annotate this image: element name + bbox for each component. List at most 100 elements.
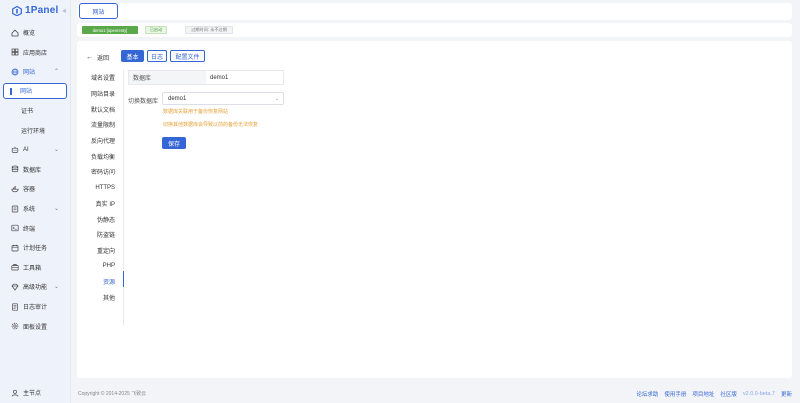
footer-links: 论坛求助 使用手册 项目地址 社区版 v2.0.0-beta.7 更新 bbox=[636, 390, 792, 398]
main-panel: ← 返回 基本 日志 配置文件 域名设置 网站目录 默认文档 流量限制 反向代理… bbox=[77, 41, 792, 378]
sidebar-item-label: 日志审计 bbox=[23, 305, 48, 312]
sidebar-subitem-label: 证书 bbox=[21, 109, 34, 116]
sidebar-item-settings[interactable]: 面板设置 bbox=[0, 316, 70, 336]
globe-icon bbox=[11, 68, 19, 76]
home-icon bbox=[11, 29, 19, 37]
sidebar-item-label: AI bbox=[23, 146, 29, 153]
menu-item-rewrite[interactable]: 伪静态 bbox=[77, 211, 123, 227]
menu-item-real-ip[interactable]: 真实 IP bbox=[77, 196, 123, 212]
sidebar-item-label: 系统 bbox=[23, 207, 36, 214]
settings-icon bbox=[11, 322, 19, 330]
sidebar-item-label: 终端 bbox=[23, 226, 36, 233]
sidebar: 1Panel ◂ 概览 应用商店 网站 ⌃ 网站 证书 运行环境 AI ⌄ 数据… bbox=[0, 0, 71, 403]
switch-database-label: 切换数据库 bbox=[128, 99, 159, 105]
config-file-button[interactable]: 配置文件 bbox=[170, 50, 205, 62]
menu-item-default-doc[interactable]: 默认文档 bbox=[77, 101, 123, 117]
user-icon bbox=[11, 389, 19, 397]
log-button[interactable]: 日志 bbox=[147, 50, 167, 62]
sidebar-item-cron[interactable]: 计划任务 bbox=[0, 238, 70, 258]
site-info-bar: demo1 [openresty] 已启动 过期时间: 永不过期 bbox=[77, 23, 792, 37]
terminal-icon bbox=[11, 224, 19, 232]
menu-item-rate-limit[interactable]: 流量限制 bbox=[77, 117, 123, 133]
menu-item-https[interactable]: HTTPS bbox=[77, 180, 123, 196]
chevron-down-icon: ⌄ bbox=[274, 96, 279, 102]
database-select[interactable]: demo1 ⌄ bbox=[162, 92, 284, 105]
menu-item-reverse-proxy[interactable]: 反向代理 bbox=[77, 133, 123, 149]
community-edition-link[interactable]: 社区版 bbox=[720, 390, 737, 398]
sidebar-item-label: 面板设置 bbox=[23, 324, 48, 331]
menu-item-other[interactable]: 其他 bbox=[77, 290, 123, 306]
sidebar-item-container[interactable]: 容器 bbox=[0, 179, 70, 199]
active-menu-indicator bbox=[122, 271, 124, 287]
chevron-down-icon: ⌄ bbox=[53, 284, 59, 291]
sidebar-item-label: 网站 bbox=[23, 70, 36, 77]
sidebar-item-label: 容器 bbox=[23, 187, 36, 194]
logo-icon bbox=[12, 5, 22, 16]
sidebar-item-system[interactable]: 系统 ⌄ bbox=[0, 199, 70, 219]
menu-item-site-dir[interactable]: 网站目录 bbox=[77, 86, 123, 102]
site-name-tag: demo1 [openresty] bbox=[82, 26, 138, 34]
database-tip-1: 数据库关联用于备份恢复网站 bbox=[163, 109, 229, 115]
menu-item-php[interactable]: PHP bbox=[77, 258, 123, 274]
menu-item-redirect[interactable]: 重定向 bbox=[77, 243, 123, 259]
status-badge: 已启动 bbox=[145, 26, 167, 34]
sidebar-item-label: 高级功能 bbox=[23, 285, 48, 292]
sidebar-item-label: 数据库 bbox=[23, 167, 42, 174]
sidebar-item-app-store[interactable]: 应用商店 bbox=[0, 43, 70, 63]
grid-icon bbox=[11, 48, 19, 56]
database-label: 数据库 bbox=[129, 71, 206, 84]
node-switcher[interactable]: 主节点 bbox=[11, 388, 41, 397]
calendar-icon bbox=[11, 244, 19, 252]
tab-website[interactable]: 网站 bbox=[79, 3, 118, 19]
chevron-down-icon: ⌄ bbox=[53, 146, 59, 153]
basic-button[interactable]: 基本 bbox=[121, 50, 144, 62]
node-label: 主节点 bbox=[23, 391, 42, 397]
database-select-value: demo1 bbox=[168, 95, 187, 102]
ai-icon bbox=[11, 146, 19, 154]
sidebar-item-toolbox[interactable]: 工具箱 bbox=[0, 258, 70, 278]
toolbox-icon bbox=[11, 263, 19, 271]
project-link[interactable]: 项目地址 bbox=[692, 390, 714, 398]
forum-link[interactable]: 论坛求助 bbox=[636, 390, 658, 398]
database-icon bbox=[11, 165, 19, 173]
logo-text: 1Panel bbox=[25, 5, 59, 16]
sidebar-item-overview[interactable]: 概览 bbox=[0, 23, 70, 43]
menu-item-hotlink[interactable]: 防盗链 bbox=[77, 227, 123, 243]
sidebar-item-advanced[interactable]: 高级功能 ⌄ bbox=[0, 277, 70, 297]
sidebar-item-label: 应用商店 bbox=[23, 50, 48, 57]
sidebar-item-ai[interactable]: AI ⌄ bbox=[0, 140, 70, 160]
menu-item-resource[interactable]: 资源 bbox=[77, 274, 123, 290]
chevron-up-icon: ⌃ bbox=[53, 69, 59, 76]
sidebar-item-log-audit[interactable]: 日志审计 bbox=[0, 297, 70, 317]
sidebar-subitem-label: 网站 bbox=[20, 89, 33, 96]
system-icon bbox=[11, 205, 19, 213]
sidebar-item-database[interactable]: 数据库 bbox=[0, 160, 70, 180]
database-info-row: 数据库 demo1 bbox=[128, 70, 284, 85]
expire-tag: 过期时间: 永不过期 bbox=[185, 26, 233, 34]
menu-item-load-balance[interactable]: 负载均衡 bbox=[77, 148, 123, 164]
sidebar-item-label: 工具箱 bbox=[23, 265, 42, 272]
sidebar-item-label: 计划任务 bbox=[23, 246, 48, 253]
menu-item-password-access[interactable]: 密码访问 bbox=[77, 164, 123, 180]
sidebar-subitem-label: 运行环境 bbox=[21, 128, 46, 135]
copyright-text: Copyright © 2014-2025 飞致云 bbox=[78, 391, 147, 397]
log-icon bbox=[11, 302, 19, 311]
sidebar-subitem-runtime[interactable]: 运行环境 bbox=[0, 120, 70, 140]
back-button[interactable]: ← 返回 bbox=[86, 53, 109, 62]
update-link[interactable]: 更新 bbox=[781, 390, 792, 398]
sidebar-nav: 概览 应用商店 网站 ⌃ 网站 证书 运行环境 AI ⌄ 数据库 容器 系统 ⌄… bbox=[0, 23, 70, 336]
container-icon bbox=[11, 185, 19, 193]
sidebar-item-terminal[interactable]: 终端 bbox=[0, 218, 70, 238]
sidebar-item-label: 概览 bbox=[23, 31, 36, 38]
sidebar-item-website[interactable]: 网站 ⌃ bbox=[0, 62, 70, 82]
sidebar-subitem-certificate[interactable]: 证书 bbox=[0, 101, 70, 121]
sidebar-subitem-website[interactable]: 网站 bbox=[3, 82, 67, 99]
collapse-sidebar-icon[interactable]: ◂ bbox=[62, 6, 66, 15]
top-tab-bar: 网站 bbox=[77, 3, 792, 20]
menu-item-domain[interactable]: 域名设置 bbox=[77, 70, 123, 86]
manual-link[interactable]: 使用手册 bbox=[664, 390, 686, 398]
save-button[interactable]: 保存 bbox=[162, 137, 186, 149]
settings-menu: 域名设置 网站目录 默认文档 流量限制 反向代理 负载均衡 密码访问 HTTPS… bbox=[77, 70, 123, 305]
database-value: demo1 bbox=[210, 74, 229, 81]
logo[interactable]: 1Panel bbox=[0, 0, 70, 21]
